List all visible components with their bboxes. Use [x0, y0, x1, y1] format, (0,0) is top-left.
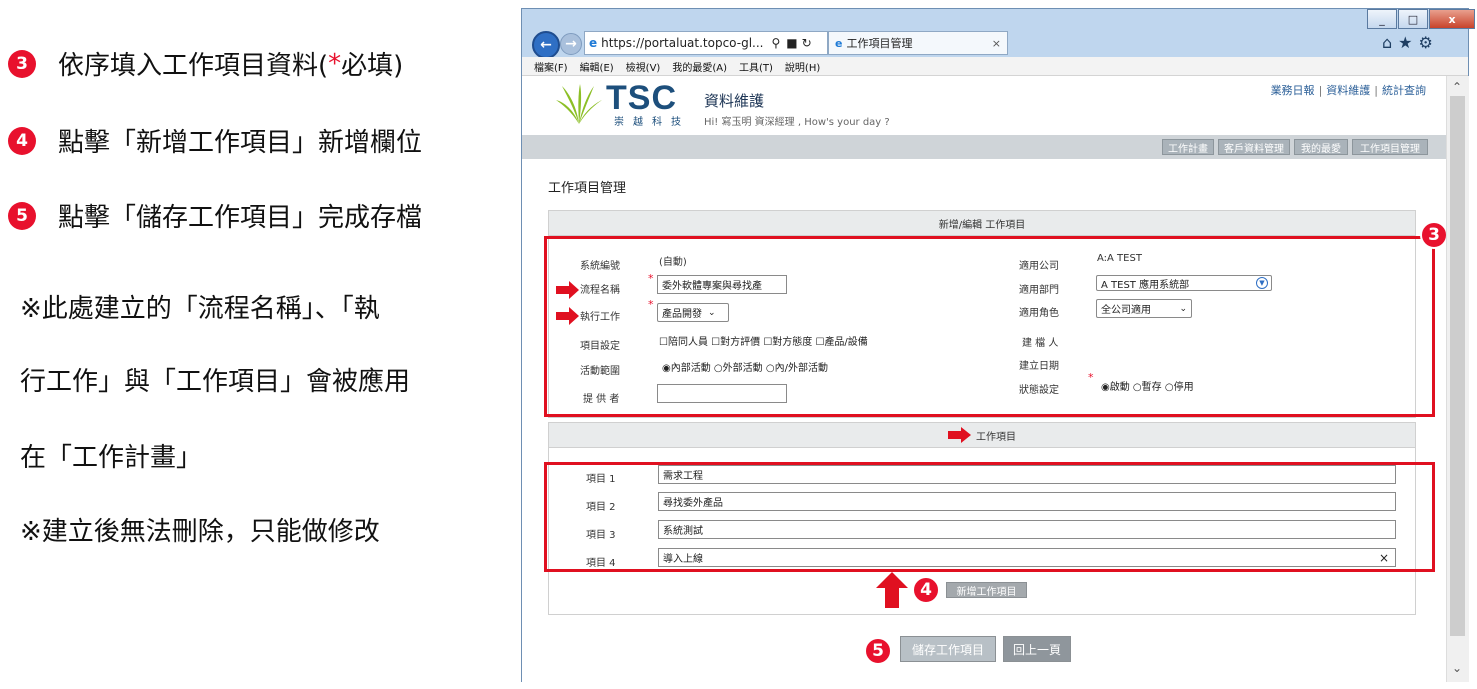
logo-leaf-icon: [556, 84, 602, 124]
panel-title: 工作項目: [549, 423, 1415, 448]
menu-favorites[interactable]: 我的最愛(A): [672, 59, 727, 74]
browser-window: _ □ x ← → e https://portaluat.topco-gl..…: [521, 8, 1475, 682]
vertical-scrollbar[interactable]: ⌃ ⌄: [1446, 76, 1469, 682]
instruction-step-5: 5 點擊「儲存工作項目」完成存檔: [8, 197, 422, 234]
top-links: 業務日報 | 資料維護 | 統計查詢: [1270, 84, 1426, 97]
nav-tab-work-plan[interactable]: 工作計畫: [1162, 139, 1214, 155]
page-title: 工作項目管理: [548, 181, 627, 196]
forward-arrow-icon[interactable]: →: [560, 33, 582, 55]
back-arrow-icon[interactable]: ←: [532, 31, 560, 59]
menu-file[interactable]: 檔案(F): [534, 59, 568, 74]
menu-bar: 檔案(F) 編輯(E) 檢視(V) 我的最愛(A) 工具(T) 說明(H): [522, 57, 1468, 76]
step-badge: 3: [8, 49, 36, 78]
maximize-button[interactable]: □: [1398, 9, 1428, 29]
badge-4: 4: [912, 576, 940, 604]
scroll-up-icon[interactable]: ⌃: [1452, 80, 1462, 94]
nav-tab-favorites[interactable]: 我的最愛: [1294, 139, 1348, 155]
home-icon[interactable]: ⌂: [1382, 33, 1398, 52]
menu-tools[interactable]: 工具(T): [739, 59, 773, 74]
ie-tab-icon: e: [835, 36, 843, 50]
menu-help[interactable]: 說明(H): [785, 59, 820, 74]
gear-icon[interactable]: ⚙: [1419, 33, 1439, 52]
nav-tab-work-item-mgmt[interactable]: 工作項目管理: [1352, 139, 1428, 155]
address-bar[interactable]: e https://portaluat.topco-gl... ⚲ ■ ↻: [584, 31, 828, 55]
badge-3: 3: [1420, 221, 1446, 249]
step-badge: 4: [8, 126, 36, 155]
scroll-thumb[interactable]: [1450, 96, 1465, 636]
minimize-button[interactable]: _: [1367, 9, 1397, 29]
search-icon[interactable]: ⚲: [771, 36, 780, 50]
favorites-star-icon[interactable]: ★: [1398, 33, 1418, 52]
highlight-frame-3: [544, 236, 1435, 417]
up-arrow-icon: [876, 572, 908, 608]
page-viewport: TSC 崇越科技 資料維護 Hi! 寫玉明 資深經理 , How's your …: [522, 76, 1446, 682]
app-title: 資料維護: [704, 92, 765, 110]
step-badge: 5: [8, 201, 36, 230]
ie-page-icon: e: [589, 36, 598, 50]
toolbar-icons: ⌂★⚙: [1382, 33, 1439, 52]
menu-view[interactable]: 檢視(V): [626, 59, 661, 74]
close-button[interactable]: x: [1429, 9, 1475, 29]
panel-title: 新增/編輯 工作項目: [549, 211, 1415, 236]
window-controls: _ □ x: [1366, 9, 1475, 29]
link-data-maintenance[interactable]: 資料維護: [1326, 84, 1370, 97]
highlight-frame-items: [544, 462, 1435, 572]
logo-subtitle: 崇越科技: [614, 117, 690, 128]
menu-edit[interactable]: 編輯(E): [580, 59, 614, 74]
nav-tab-customer-data[interactable]: 客戶資料管理: [1218, 139, 1290, 155]
instruction-step-3: 3 依序填入工作項目資料(* 必填): [8, 45, 403, 82]
link-statistics[interactable]: 統計查詢: [1382, 84, 1426, 97]
note-line: 行工作」與「工作項目」會被應用: [20, 367, 411, 397]
lock-icon: ■: [786, 36, 798, 50]
badge-5: 5: [864, 637, 892, 665]
note-line: ※建立後無法刪除，只能做修改: [20, 517, 380, 547]
note-line: 在「工作計畫」: [20, 443, 203, 473]
back-button[interactable]: 回上一頁: [1003, 636, 1071, 662]
link-daily-report[interactable]: 業務日報: [1271, 84, 1315, 97]
save-work-item-button[interactable]: 儲存工作項目: [900, 636, 996, 662]
refresh-icon[interactable]: ↻: [802, 36, 812, 50]
greeting-text: Hi! 寫玉明 資深經理 , How's your day ?: [704, 117, 890, 128]
scroll-down-icon[interactable]: ⌄: [1452, 661, 1462, 675]
tab-close-icon[interactable]: ×: [992, 37, 1001, 50]
instruction-step-4: 4 點擊「新增工作項目」新增欄位: [8, 122, 422, 159]
red-arrow-icon: [948, 427, 971, 443]
add-work-item-button[interactable]: 新增工作項目: [946, 582, 1027, 598]
browser-tab[interactable]: e 工作項目管理 ×: [828, 31, 1008, 55]
note-line: ※此處建立的「流程名稱」、「執: [20, 294, 380, 324]
